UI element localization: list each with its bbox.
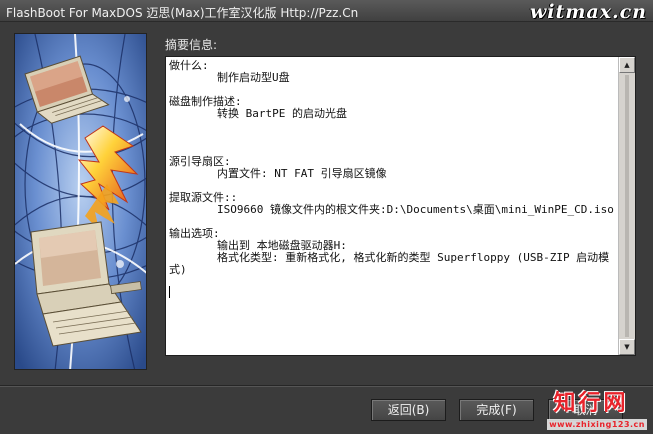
zhixing-logo-watermark: 知行网 [553,391,629,416]
back-button[interactable]: 返回(B) [371,399,446,421]
section-what: 做什么: 制作启动型U盘 [169,60,617,84]
section-disk-description: 磁盘制作描述: 转换 BartPE 的启动光盘 [169,96,617,120]
finish-button[interactable]: 完成(F) [459,399,534,421]
zhixing-url-watermark: www.zhixing123.cn [547,419,647,430]
section-line: 内置文件: NT FAT 引导扇区镜像 [217,167,387,180]
footer-divider [0,385,653,387]
window-title: FlashBoot For MaxDOS 迈思(Max)工作室汉化版 Http:… [6,6,359,20]
section-output-options: 输出选项: 输出到 本地磁盘驱动器H: 格式化类型: 重新格式化, 格式化新的类… [169,228,617,301]
vertical-scrollbar[interactable]: ▲ ▼ [618,57,635,355]
computers-illustration-icon [15,34,146,369]
text-caret [169,286,170,298]
summary-content: 做什么: 制作启动型U盘 磁盘制作描述: 转换 BartPE 的启动光盘 源引导… [169,60,617,313]
title-bar[interactable]: FlashBoot For MaxDOS 迈思(Max)工作室汉化版 Http:… [0,0,653,23]
section-source-files: 提取源文件:: ISO9660 镜像文件内的根文件夹:D:\Documents\… [169,192,617,216]
scroll-track[interactable] [625,75,629,337]
summary-textarea[interactable]: 做什么: 制作启动型U盘 磁盘制作描述: 转换 BartPE 的启动光盘 源引导… [165,56,636,356]
wizard-illustration [14,33,147,370]
section-line: 制作启动型U盘 [217,71,290,84]
flashboot-wizard-window: FlashBoot For MaxDOS 迈思(Max)工作室汉化版 Http:… [0,0,653,434]
scroll-up-icon[interactable]: ▲ [619,57,635,73]
section-boot-sector: 源引导扇区: 内置文件: NT FAT 引导扇区镜像 [169,156,617,180]
section-line: ISO9660 镜像文件内的根文件夹:D:\Documents\桌面\mini_… [217,203,614,216]
section-line: 转换 BartPE 的启动光盘 [217,107,347,120]
witmax-watermark: witmax.cn [529,1,647,23]
section-line: 格式化类型: 重新格式化, 格式化新的类型 Superfloppy (USB-Z… [169,251,610,276]
summary-label: 摘要信息: [165,38,218,52]
scroll-down-icon[interactable]: ▼ [619,339,635,355]
